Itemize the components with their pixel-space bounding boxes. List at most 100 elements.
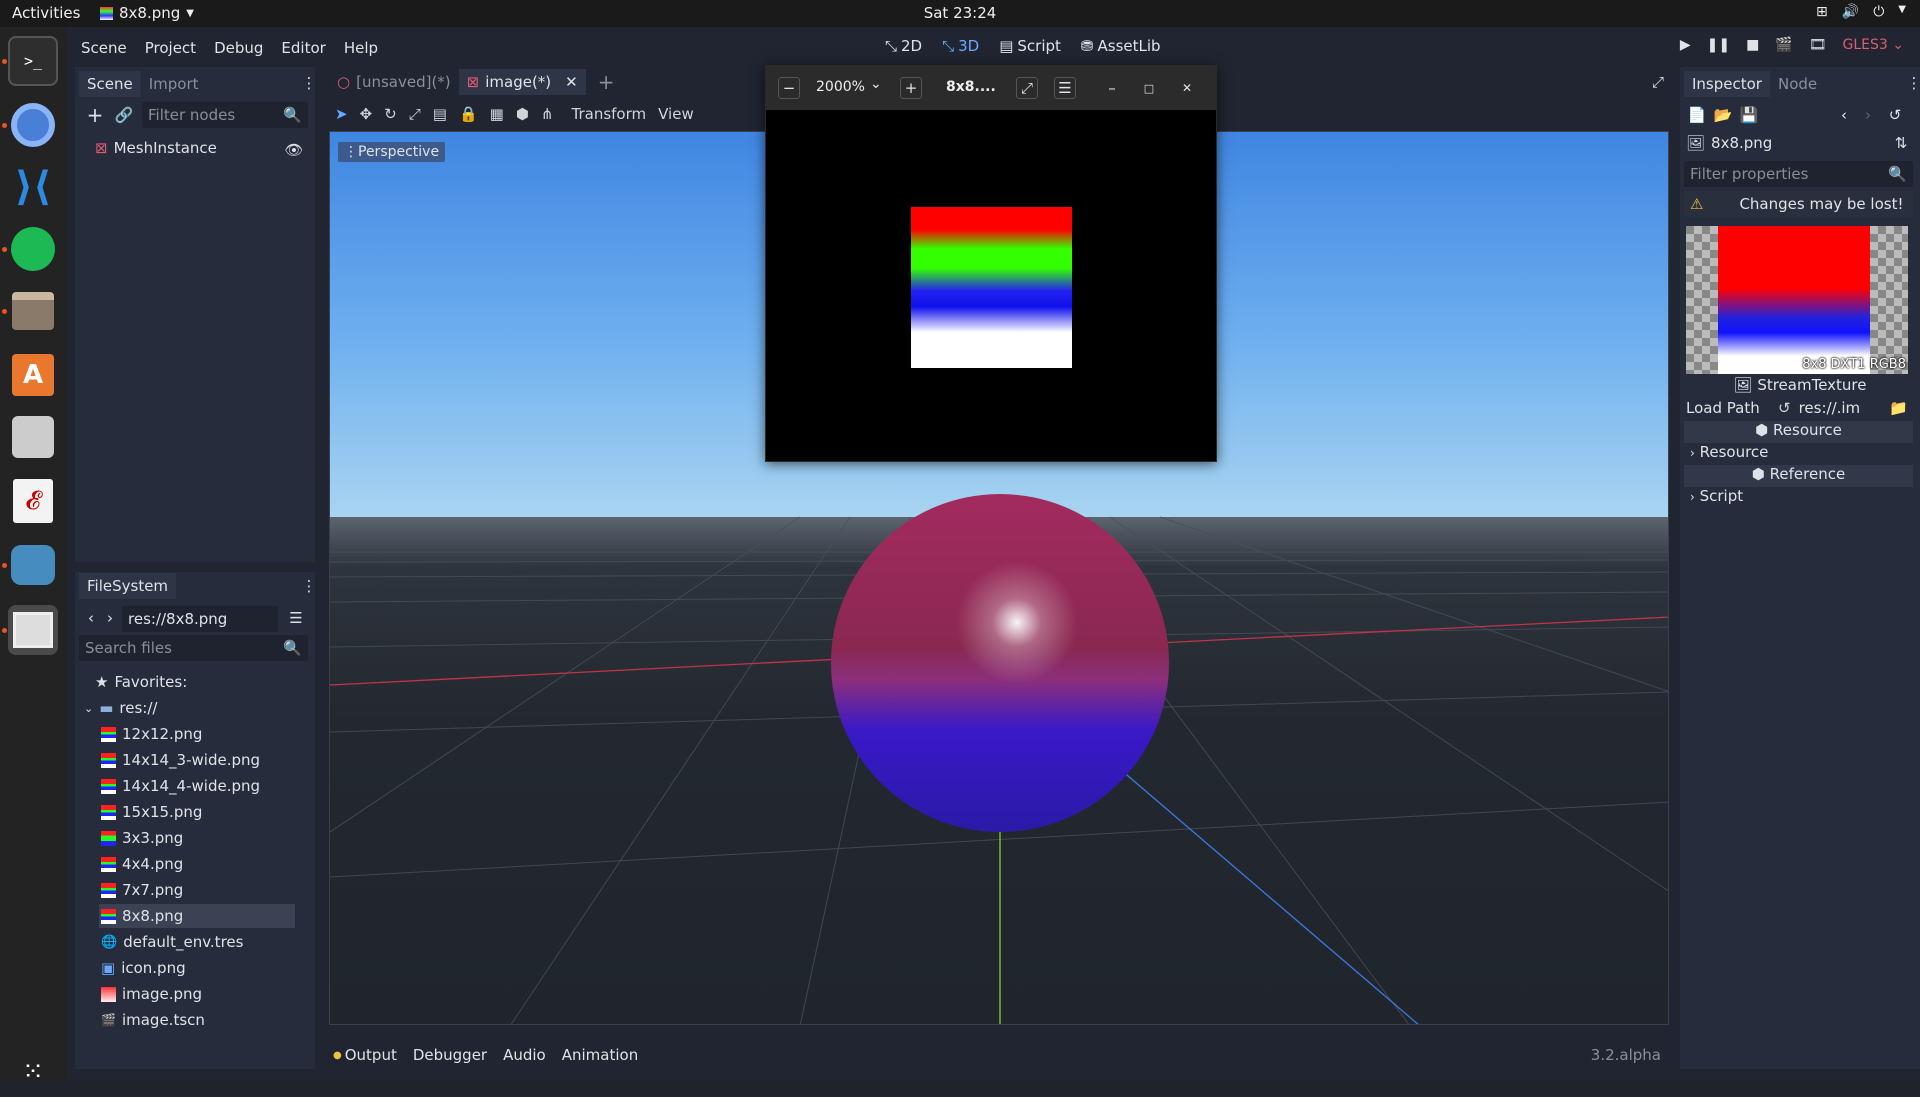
tab-audio[interactable]: Audio [503,1046,546,1064]
link-icon[interactable]: 🔗 [113,104,135,126]
dock-menu-icon[interactable]: ⋮ [298,575,320,597]
visibility-eye-icon[interactable]: 👁 [283,139,305,161]
history-forward-icon[interactable]: › [1857,104,1879,126]
tab-unsaved[interactable]: ○ [unsaved](*) [329,69,459,95]
tab-inspector[interactable]: Inspector [1684,71,1770,97]
menu-help[interactable]: Help [335,39,387,57]
dock-menu-icon[interactable]: ⋮ [298,72,320,94]
group-script[interactable]: › Script [1690,487,1743,505]
scale-tool-icon[interactable]: ⤢ [409,105,421,123]
tab-debugger[interactable]: Debugger [413,1046,487,1064]
inspected-object[interactable]: 🖼 8x8.png [1686,134,1772,152]
files-icon[interactable] [8,286,58,336]
stop-icon[interactable]: ■ [1746,37,1759,53]
favorites-item[interactable]: ★ Favorites: [95,670,187,694]
mixer-icon[interactable] [8,412,58,462]
menu-debug[interactable]: Debug [205,39,272,57]
object-properties-icon[interactable]: ⇅ [1890,132,1912,154]
tab-node[interactable]: Node [1770,71,1825,97]
move-tool-icon[interactable]: ✥ [360,105,373,123]
tab-animation[interactable]: Animation [562,1046,638,1064]
fullscreen-icon[interactable]: ⤢ [1016,77,1038,99]
reload-icon[interactable]: ↺ [1778,399,1791,417]
pause-icon[interactable]: ❚❚ [1707,37,1730,53]
godot-icon[interactable] [8,540,58,590]
mode-script[interactable]: ▤ Script [999,37,1061,55]
perspective-menu[interactable]: ⋮Perspective [338,142,446,162]
file-item[interactable]: 🎬 image.tscn [101,1008,297,1032]
close-icon[interactable]: ✕ [1176,77,1198,99]
mode-assetlib[interactable]: ⛃ AssetLib [1081,37,1161,55]
distraction-free-icon[interactable]: ⤢ [1647,71,1669,93]
file-item[interactable]: 7x7.png [101,878,297,902]
menu-project[interactable]: Project [136,39,205,57]
close-icon[interactable]: ✕ [565,73,578,91]
tab-filesystem[interactable]: FileSystem [79,573,177,599]
play-scene-icon[interactable]: 🎬 [1775,37,1792,53]
file-item[interactable]: 🌐 default_env.tres [101,930,297,954]
local-space-icon[interactable]: ⬢ [516,105,529,123]
chromium-icon[interactable] [8,100,58,150]
group-icon[interactable]: ▦ [490,105,504,123]
tab-scene[interactable]: Scene [79,71,141,97]
forward-icon[interactable]: › [99,607,121,629]
system-tray[interactable]: ⊞ 🔊 ⏻ ▼ [1816,4,1906,20]
select-tool-icon[interactable]: ➤ [335,105,348,123]
zoom-in-icon[interactable]: + [900,77,922,99]
vscode-icon[interactable]: ⟩⟨ [8,162,58,212]
play-icon[interactable]: ▶ [1680,37,1691,53]
transform-menu[interactable]: Transform [572,105,647,123]
menu-editor[interactable]: Editor [272,39,334,57]
filter-nodes-input[interactable]: Filter nodes 🔍 [142,102,308,128]
view-menu[interactable]: View [658,105,694,123]
terminal-icon[interactable]: >_ [8,36,58,86]
maximize-icon[interactable]: □ [1138,77,1160,99]
file-item[interactable]: image.png [101,982,297,1006]
search-files-input[interactable]: Search files 🔍 [79,635,308,661]
tab-image[interactable]: ⊠ image(*) ✕ [458,69,586,95]
split-view-icon[interactable]: ☰ [285,607,307,629]
chevron-down-icon[interactable]: ⌄ [870,76,882,92]
history-icon[interactable]: ↺ [1884,104,1906,126]
add-node-icon[interactable]: + [84,103,106,127]
file-item[interactable]: 8x8.png [99,904,295,928]
group-resource[interactable]: › Resource [1690,443,1768,461]
tab-output[interactable]: ● Output [333,1046,397,1064]
file-item[interactable]: 3x3.png [101,826,297,850]
mode-2d[interactable]: ⤡ 2D [885,37,922,55]
file-item[interactable]: ▣ icon.png [101,956,297,980]
file-item[interactable]: 14x14_4-wide.png [101,774,297,798]
scene-tree-root[interactable]: ⊠ MeshInstance [95,139,217,157]
app-menu[interactable]: 8x8.png ▼ [100,4,194,22]
file-item[interactable]: 12x12.png [101,722,297,746]
file-item[interactable]: 14x14_3-wide.png [101,748,297,772]
file-item[interactable]: 4x4.png [101,852,297,876]
history-back-icon[interactable]: ‹ [1833,104,1855,126]
mode-3d[interactable]: ⤡ 3D [942,37,979,55]
play-custom-scene-icon[interactable]: 🎞 [1809,37,1827,53]
lock-icon[interactable]: 🔒 [459,105,478,123]
renderer-select[interactable]: GLES3 ⌄ [1843,37,1904,53]
image-viewer-icon[interactable] [8,605,58,655]
menu-scene[interactable]: Scene [72,39,136,57]
minimize-icon[interactable]: – [1101,77,1123,99]
zoom-out-icon[interactable]: − [778,77,800,99]
new-resource-icon[interactable]: 📄 [1686,104,1708,126]
tab-import[interactable]: Import [141,71,207,97]
dock-menu-icon[interactable]: ⋮ [1903,72,1920,94]
spotify-icon[interactable] [8,224,58,274]
file-item[interactable]: 15x15.png [101,800,297,824]
evince-icon[interactable]: 𝓔 [8,476,58,526]
save-resource-icon[interactable]: 💾 [1738,104,1760,126]
snap-icon[interactable]: ⋔ [541,105,554,123]
add-tab-icon[interactable]: + [586,70,627,94]
res-root-item[interactable]: ⌄ ▬ res:// [84,696,157,720]
rotate-tool-icon[interactable]: ↻ [384,105,397,123]
activities-button[interactable]: Activities [12,4,80,22]
hamburger-menu-icon[interactable]: ☰ [1054,77,1076,99]
filter-properties-input[interactable]: Filter properties 🔍 [1684,161,1913,187]
load-path-value[interactable]: res://.im [1799,399,1861,417]
open-resource-icon[interactable]: 📂 [1712,104,1734,126]
folder-icon[interactable]: 📁 [1889,399,1908,417]
clock[interactable]: Sat 23:24 [924,4,997,22]
